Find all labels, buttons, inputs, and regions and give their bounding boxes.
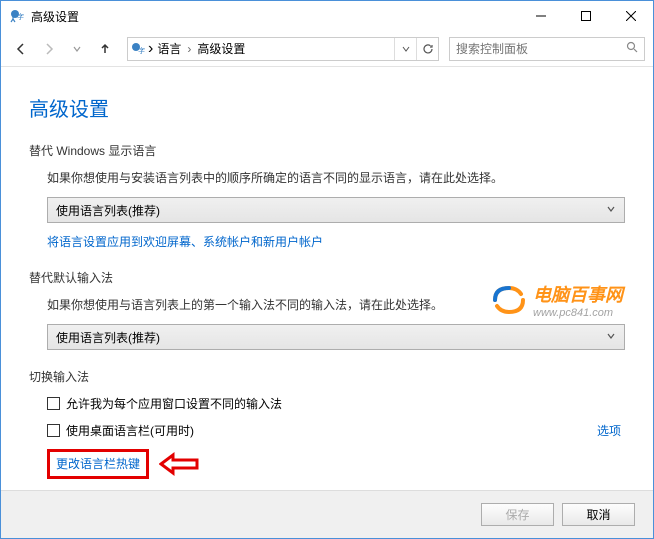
back-button[interactable]	[9, 37, 33, 61]
annotation-box: 更改语言栏热键	[47, 449, 149, 479]
per-app-ime-checkbox[interactable]	[47, 397, 60, 410]
location-icon: 字	[128, 41, 148, 57]
breadcrumb-item[interactable]: 语言	[153, 40, 185, 57]
apply-language-link[interactable]: 将语言设置应用到欢迎屏幕、系统帐户和新用户帐户	[47, 233, 323, 250]
address-bar[interactable]: 字 › 语言 › 高级设置	[127, 37, 439, 61]
desktop-langbar-checkbox[interactable]	[47, 424, 60, 437]
search-input[interactable]	[456, 42, 626, 56]
section-description: 如果你想使用与安装语言列表中的顺序所确定的语言不同的显示语言，请在此处选择。	[47, 169, 625, 187]
forward-button[interactable]	[37, 37, 61, 61]
up-button[interactable]	[93, 37, 117, 61]
search-box[interactable]	[449, 37, 645, 61]
titlebar: 字 高级设置	[1, 1, 653, 31]
refresh-button[interactable]	[416, 38, 438, 60]
toolbar: 字 › 语言 › 高级设置	[1, 31, 653, 67]
cancel-button[interactable]: 取消	[562, 503, 635, 526]
change-hotkeys-link[interactable]: 更改语言栏热键	[56, 455, 140, 472]
section-header: 切换输入法	[29, 368, 625, 385]
annotation-arrow-icon	[159, 452, 199, 476]
close-button[interactable]	[608, 1, 653, 31]
options-link[interactable]: 选项	[597, 422, 625, 439]
chevron-down-icon	[606, 203, 616, 217]
section-header: 替代默认输入法	[29, 269, 625, 286]
page-title: 高级设置	[29, 93, 625, 122]
section-description: 如果你想使用与语言列表上的第一个输入法不同的输入法，请在此处选择。	[47, 296, 625, 314]
maximize-button[interactable]	[563, 1, 608, 31]
dropdown-value: 使用语言列表(推荐)	[56, 329, 160, 346]
content-area: 高级设置 替代 Windows 显示语言 如果你想使用与安装语言列表中的顺序所确…	[1, 67, 653, 490]
breadcrumb: 语言 › 高级设置	[153, 40, 394, 57]
breadcrumb-item[interactable]: 高级设置	[193, 40, 249, 57]
checkbox-label: 使用桌面语言栏(可用时)	[66, 422, 194, 439]
svg-text:字: 字	[138, 46, 145, 55]
section-header: 替代 Windows 显示语言	[29, 142, 625, 159]
default-ime-dropdown[interactable]: 使用语言列表(推荐)	[47, 324, 625, 350]
footer: 保存 取消	[1, 490, 653, 538]
chevron-right-icon: ›	[185, 42, 193, 56]
chevron-down-icon	[606, 330, 616, 344]
app-icon: 字	[9, 8, 25, 24]
address-dropdown[interactable]	[394, 38, 416, 60]
recent-dropdown[interactable]	[65, 37, 89, 61]
display-language-dropdown[interactable]: 使用语言列表(推荐)	[47, 197, 625, 223]
dropdown-value: 使用语言列表(推荐)	[56, 202, 160, 219]
minimize-button[interactable]	[518, 1, 563, 31]
window-title: 高级设置	[31, 8, 518, 25]
search-icon[interactable]	[626, 40, 638, 58]
save-button: 保存	[481, 503, 554, 526]
svg-text:字: 字	[17, 12, 24, 21]
checkbox-label: 允许我为每个应用窗口设置不同的输入法	[66, 395, 282, 412]
